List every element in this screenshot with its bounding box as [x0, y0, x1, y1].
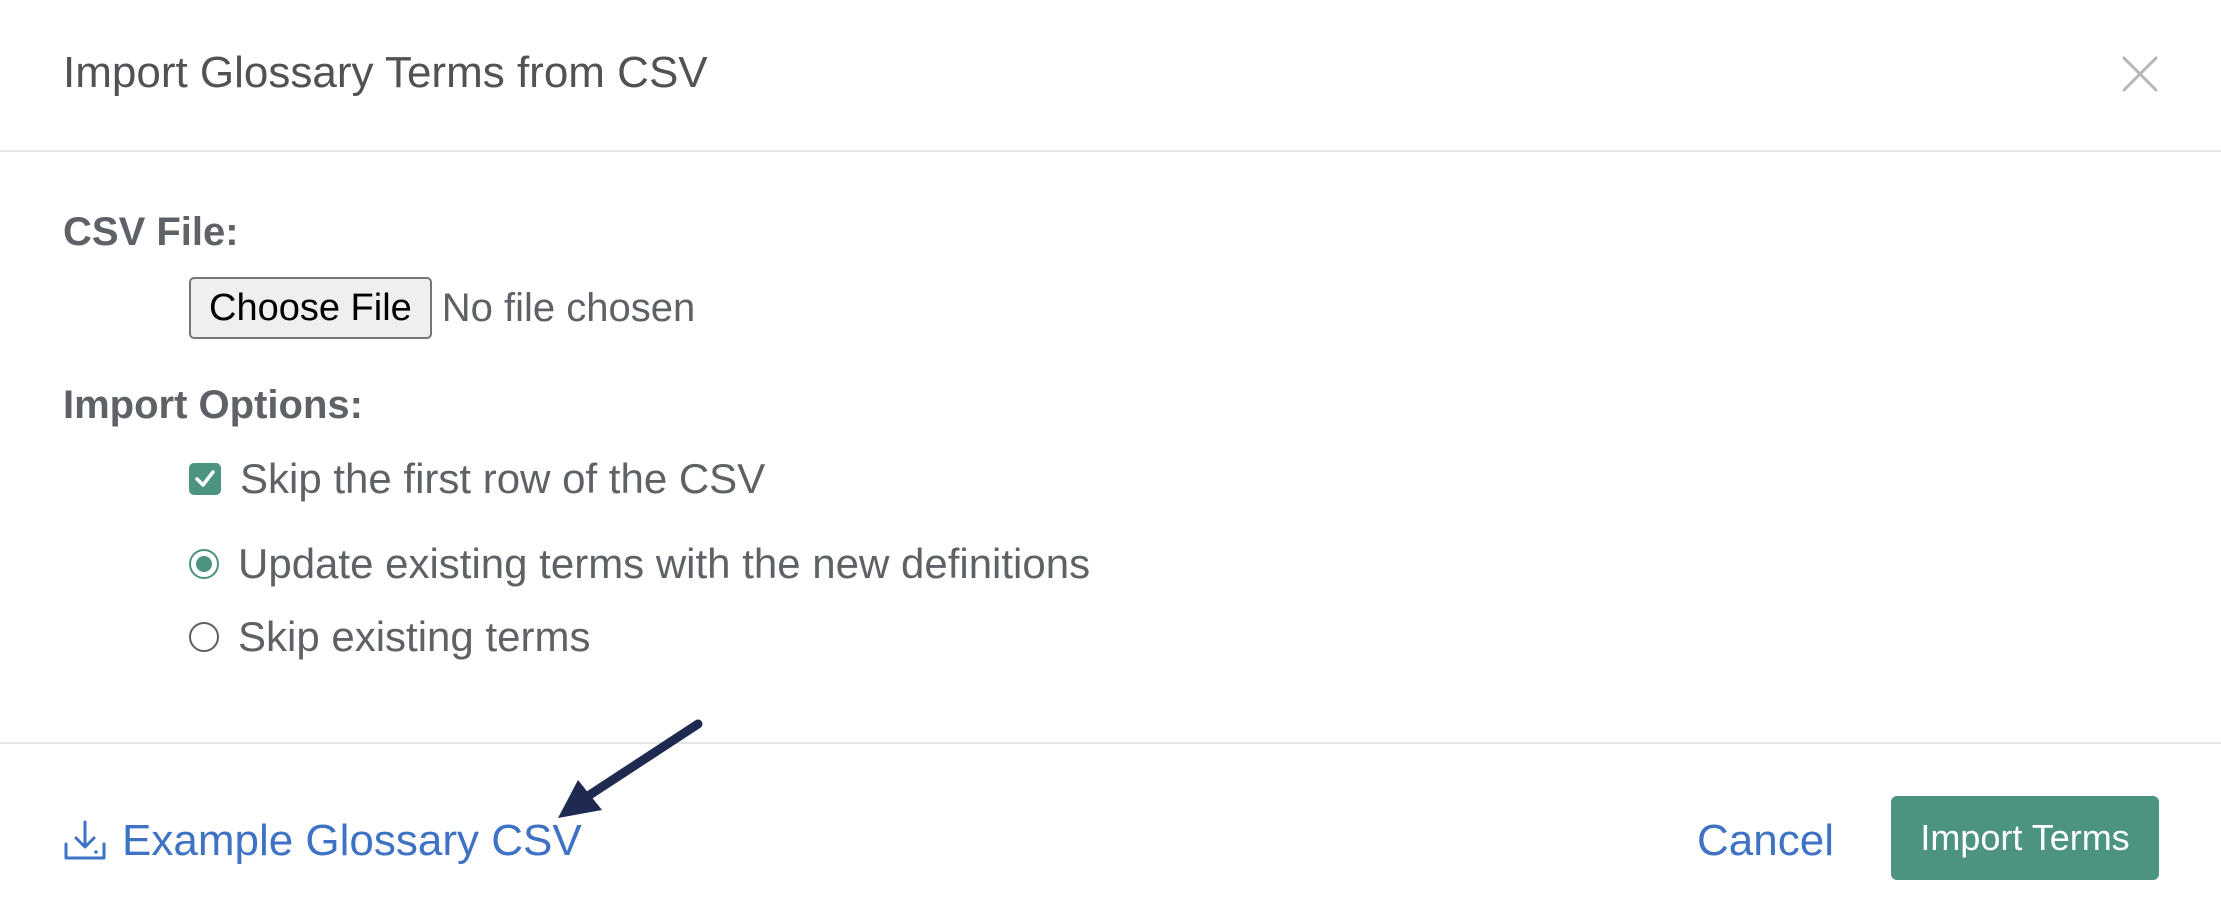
- file-picker: Choose File No file chosen: [189, 276, 695, 340]
- dialog-footer: Example Glossary CSV Cancel Import Terms: [0, 742, 2221, 919]
- csv-file-label: CSV File:: [63, 210, 239, 254]
- close-icon: [2122, 56, 2158, 92]
- import-options-label: Import Options:: [63, 383, 363, 427]
- file-status-text: No file chosen: [441, 285, 696, 330]
- choose-file-button[interactable]: Choose File: [189, 277, 432, 339]
- update-existing-radio[interactable]: [189, 549, 219, 579]
- example-glossary-csv-link[interactable]: Example Glossary CSV: [62, 814, 582, 868]
- dialog-title: Import Glossary Terms from CSV: [63, 48, 708, 97]
- skip-first-row-label: Skip the first row of the CSV: [240, 455, 766, 502]
- skip-existing-radio[interactable]: [189, 622, 219, 652]
- update-existing-label: Update existing terms with the new defin…: [238, 540, 1091, 587]
- skip-first-row-option[interactable]: Skip the first row of the CSV: [189, 454, 765, 504]
- update-existing-option[interactable]: Update existing terms with the new defin…: [189, 539, 1090, 589]
- skip-existing-option[interactable]: Skip existing terms: [189, 612, 590, 662]
- import-glossary-dialog: Import Glossary Terms from CSV CSV File:…: [0, 0, 2221, 919]
- dialog-header: Import Glossary Terms from CSV: [0, 0, 2221, 152]
- import-terms-button[interactable]: Import Terms: [1891, 796, 2159, 880]
- skip-existing-label: Skip existing terms: [238, 613, 591, 660]
- checkmark-icon: [195, 470, 215, 487]
- radio-selected-dot: [196, 556, 212, 572]
- download-icon: [64, 820, 106, 860]
- example-link-label: Example Glossary CSV: [122, 816, 582, 865]
- dialog-body: CSV File: Choose File No file chosen Imp…: [0, 152, 2221, 742]
- skip-first-row-checkbox[interactable]: [189, 463, 221, 495]
- close-button[interactable]: [2116, 50, 2164, 98]
- cancel-button[interactable]: Cancel: [1697, 814, 1834, 868]
